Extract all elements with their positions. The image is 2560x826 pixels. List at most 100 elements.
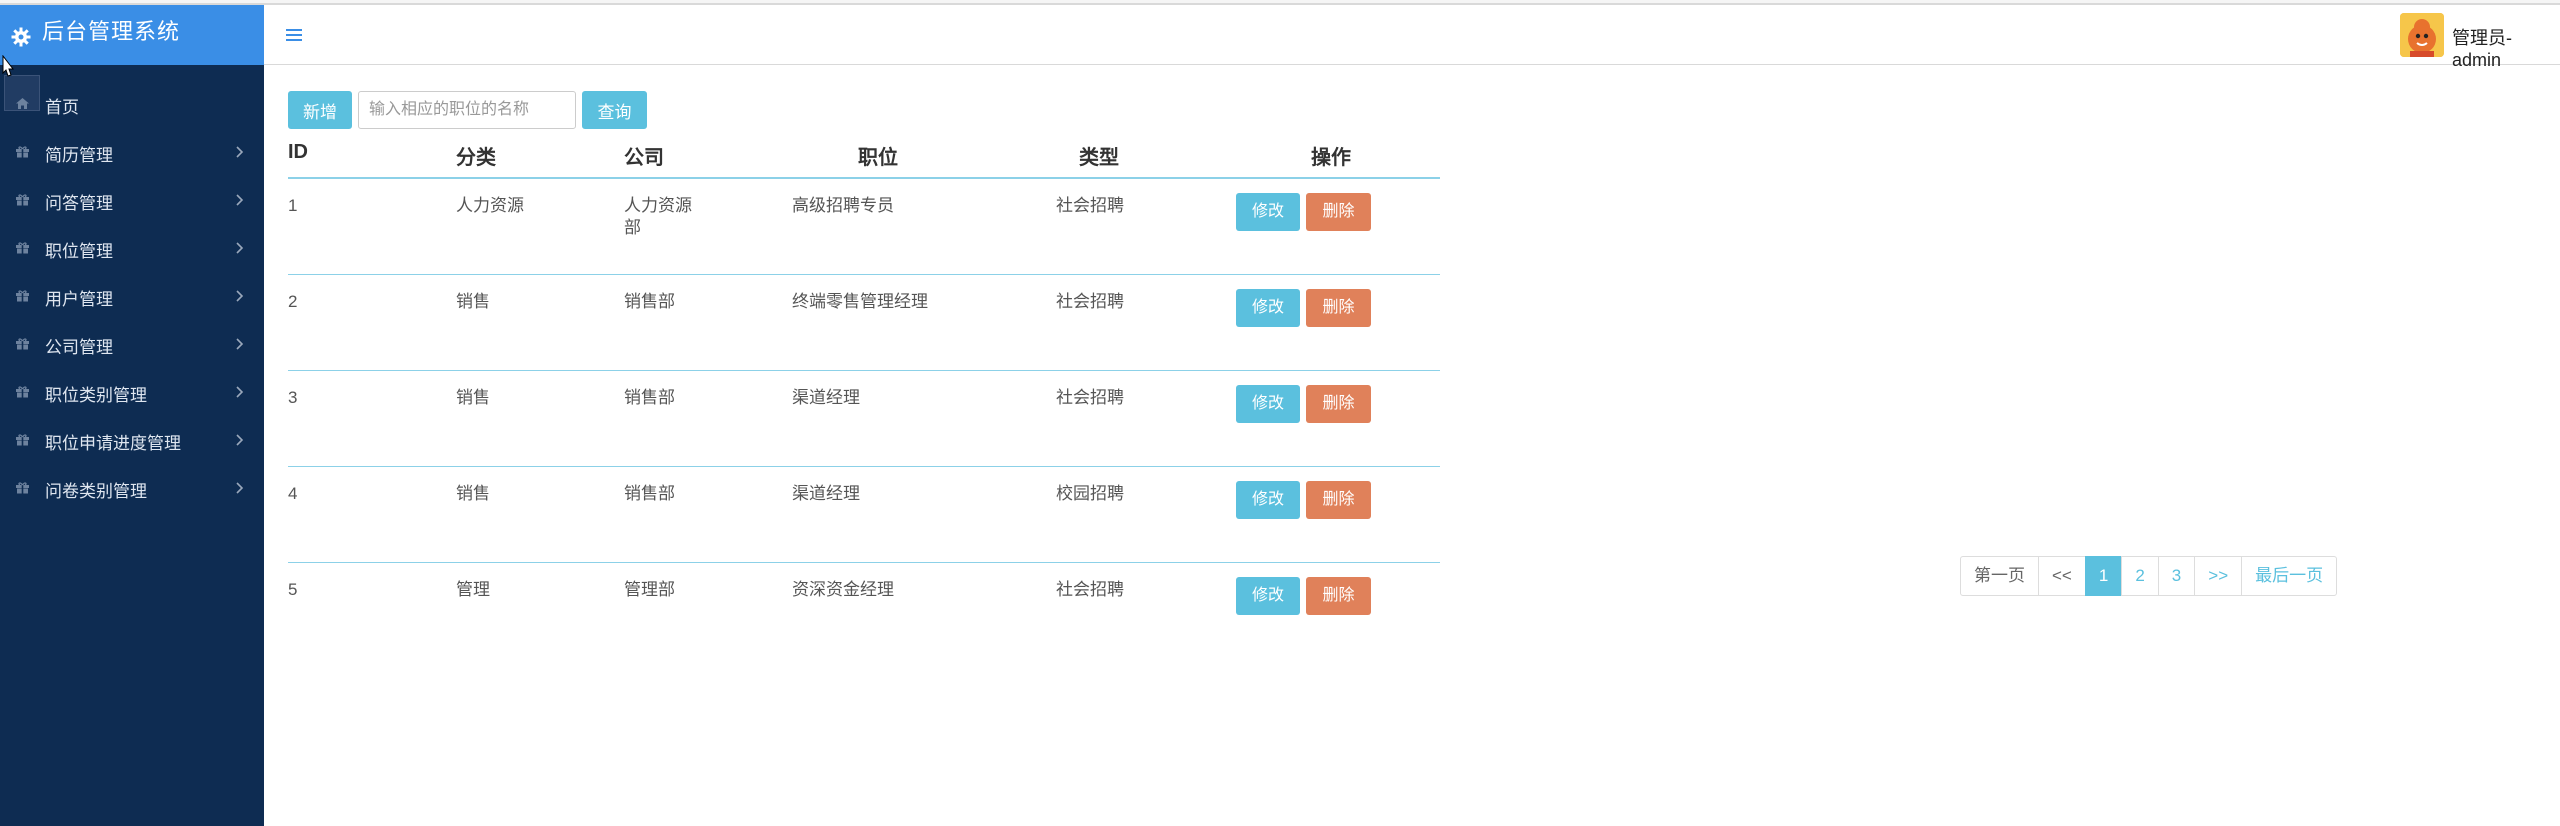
sidebar-item-label: 职位申请进度管理 [45, 434, 181, 453]
gift-icon [16, 434, 29, 446]
sidebar-item-application-progress[interactable]: 职位申请进度管理 [0, 416, 264, 464]
gift-icon [16, 338, 29, 350]
sidebar-menu: 首页 简历管理 问答管理 职位管理 用户管理 公司管理 职位类别管理 职位申请进… [0, 80, 264, 512]
table-row: 1 人力资源 人力资源部 高级招聘专员 社会招聘 修改 删除 [288, 179, 1440, 275]
cell-category: 销售 [456, 292, 490, 311]
delete-button[interactable]: 删除 [1306, 577, 1371, 615]
sidebar-item-label: 问答管理 [45, 194, 113, 213]
sidebar-item-label: 首页 [45, 98, 79, 117]
cell-id: 3 [288, 388, 298, 407]
top-header: 管理员-admin [264, 5, 2560, 70]
gift-icon [16, 290, 29, 302]
home-icon [16, 98, 29, 109]
cell-id: 4 [288, 484, 298, 503]
delete-button[interactable]: 删除 [1306, 481, 1371, 519]
sidebar-item-label: 简历管理 [45, 146, 113, 165]
edit-button[interactable]: 修改 [1236, 577, 1300, 615]
gift-icon [16, 194, 29, 206]
edit-button[interactable]: 修改 [1236, 193, 1300, 231]
sidebar-item-positions[interactable]: 职位管理 [0, 224, 264, 272]
cell-company: 销售部 [624, 388, 675, 407]
cell-company: 销售部 [624, 484, 675, 503]
cell-id: 5 [288, 580, 298, 599]
page-3-button[interactable]: 3 [2157, 556, 2196, 596]
edit-button[interactable]: 修改 [1236, 289, 1300, 327]
chevron-right-icon [236, 194, 244, 206]
first-page-button[interactable]: 第一页 [1960, 556, 2039, 596]
menu-toggle-icon[interactable] [286, 28, 302, 42]
sidebar-item-label: 用户管理 [45, 290, 113, 309]
sidebar-item-position-categories[interactable]: 职位类别管理 [0, 368, 264, 416]
sidebar-item-label: 职位管理 [45, 242, 113, 261]
search-input[interactable] [358, 91, 576, 129]
sidebar-item-home[interactable]: 首页 [0, 80, 264, 128]
avatar[interactable] [2400, 13, 2444, 57]
last-page-button[interactable]: 最后一页 [2241, 556, 2338, 596]
gift-icon [16, 386, 29, 398]
cell-type: 社会招聘 [1056, 580, 1124, 599]
chevron-right-icon [236, 146, 244, 158]
cell-id: 2 [288, 292, 298, 311]
column-header-company: 公司 [624, 147, 664, 169]
next-page-button[interactable]: >> [2194, 556, 2243, 596]
sidebar-item-label: 问卷类别管理 [45, 482, 147, 501]
chevron-right-icon [236, 242, 244, 254]
gift-icon [16, 482, 29, 494]
sidebar-item-users[interactable]: 用户管理 [0, 272, 264, 320]
column-header-id: ID [288, 141, 308, 163]
sidebar-item-resume[interactable]: 简历管理 [0, 128, 264, 176]
page-2-button[interactable]: 2 [2121, 556, 2159, 596]
sidebar-item-companies[interactable]: 公司管理 [0, 320, 264, 368]
cell-position: 渠道经理 [792, 388, 860, 407]
cell-company: 人力资源部 [624, 196, 692, 237]
column-header-actions: 操作 [1311, 147, 1351, 169]
cell-position: 渠道经理 [792, 484, 860, 503]
chevron-right-icon [236, 338, 244, 350]
cell-position: 高级招聘专员 [792, 196, 894, 215]
cell-type: 社会招聘 [1056, 196, 1124, 215]
page-1-button[interactable]: 1 [2084, 556, 2123, 596]
cell-position: 终端零售管理经理 [792, 292, 928, 311]
cell-type: 社会招聘 [1056, 388, 1124, 407]
cell-position: 资深资金经理 [792, 580, 894, 599]
cell-category: 销售 [456, 484, 490, 503]
cell-category: 人力资源 [456, 196, 524, 215]
chevron-right-icon [236, 434, 244, 446]
delete-button[interactable]: 删除 [1306, 193, 1371, 231]
column-header-category: 分类 [456, 147, 496, 169]
sidebar-item-qa[interactable]: 问答管理 [0, 176, 264, 224]
column-header-type: 类型 [1079, 147, 1119, 169]
edit-button[interactable]: 修改 [1236, 481, 1300, 519]
sidebar-item-label: 公司管理 [45, 338, 113, 357]
user-name[interactable]: 管理员-admin [2452, 24, 2560, 71]
chevron-right-icon [236, 290, 244, 302]
sidebar-item-survey-categories[interactable]: 问卷类别管理 [0, 464, 264, 512]
column-header-position: 职位 [858, 147, 898, 169]
sidebar: 后台管理系统 首页 简历管理 问答管理 职位管理 用户管理 公司管理 职位类别管… [0, 5, 264, 826]
app-title: 后台管理系统 [42, 19, 181, 44]
gift-icon [16, 242, 29, 254]
brand-header: 后台管理系统 [0, 5, 264, 65]
cell-category: 管理 [456, 580, 490, 599]
chevron-right-icon [236, 482, 244, 494]
cell-type: 校园招聘 [1056, 484, 1124, 503]
table-row: 5 管理 管理部 资深资金经理 社会招聘 修改 删除 [288, 563, 1440, 643]
query-button[interactable]: 查询 [582, 91, 647, 129]
cell-id: 1 [288, 196, 298, 215]
gear-icon [11, 27, 31, 47]
pagination: 第一页 << 1 2 3 >> 最后一页 [1960, 556, 2338, 596]
table-row: 4 销售 销售部 渠道经理 校园招聘 修改 删除 [288, 467, 1440, 563]
gift-icon [16, 146, 29, 158]
edit-button[interactable]: 修改 [1236, 385, 1300, 423]
cell-category: 销售 [456, 388, 490, 407]
cell-type: 社会招聘 [1056, 292, 1124, 311]
delete-button[interactable]: 删除 [1306, 385, 1371, 423]
avatar-image-icon [2400, 13, 2444, 57]
sidebar-item-label: 职位类别管理 [45, 386, 147, 405]
add-button[interactable]: 新增 [288, 91, 352, 129]
chevron-right-icon [236, 386, 244, 398]
delete-button[interactable]: 删除 [1306, 289, 1371, 327]
cell-company: 销售部 [624, 292, 675, 311]
prev-page-button[interactable]: << [2038, 556, 2086, 596]
table-row: 3 销售 销售部 渠道经理 社会招聘 修改 删除 [288, 371, 1440, 467]
